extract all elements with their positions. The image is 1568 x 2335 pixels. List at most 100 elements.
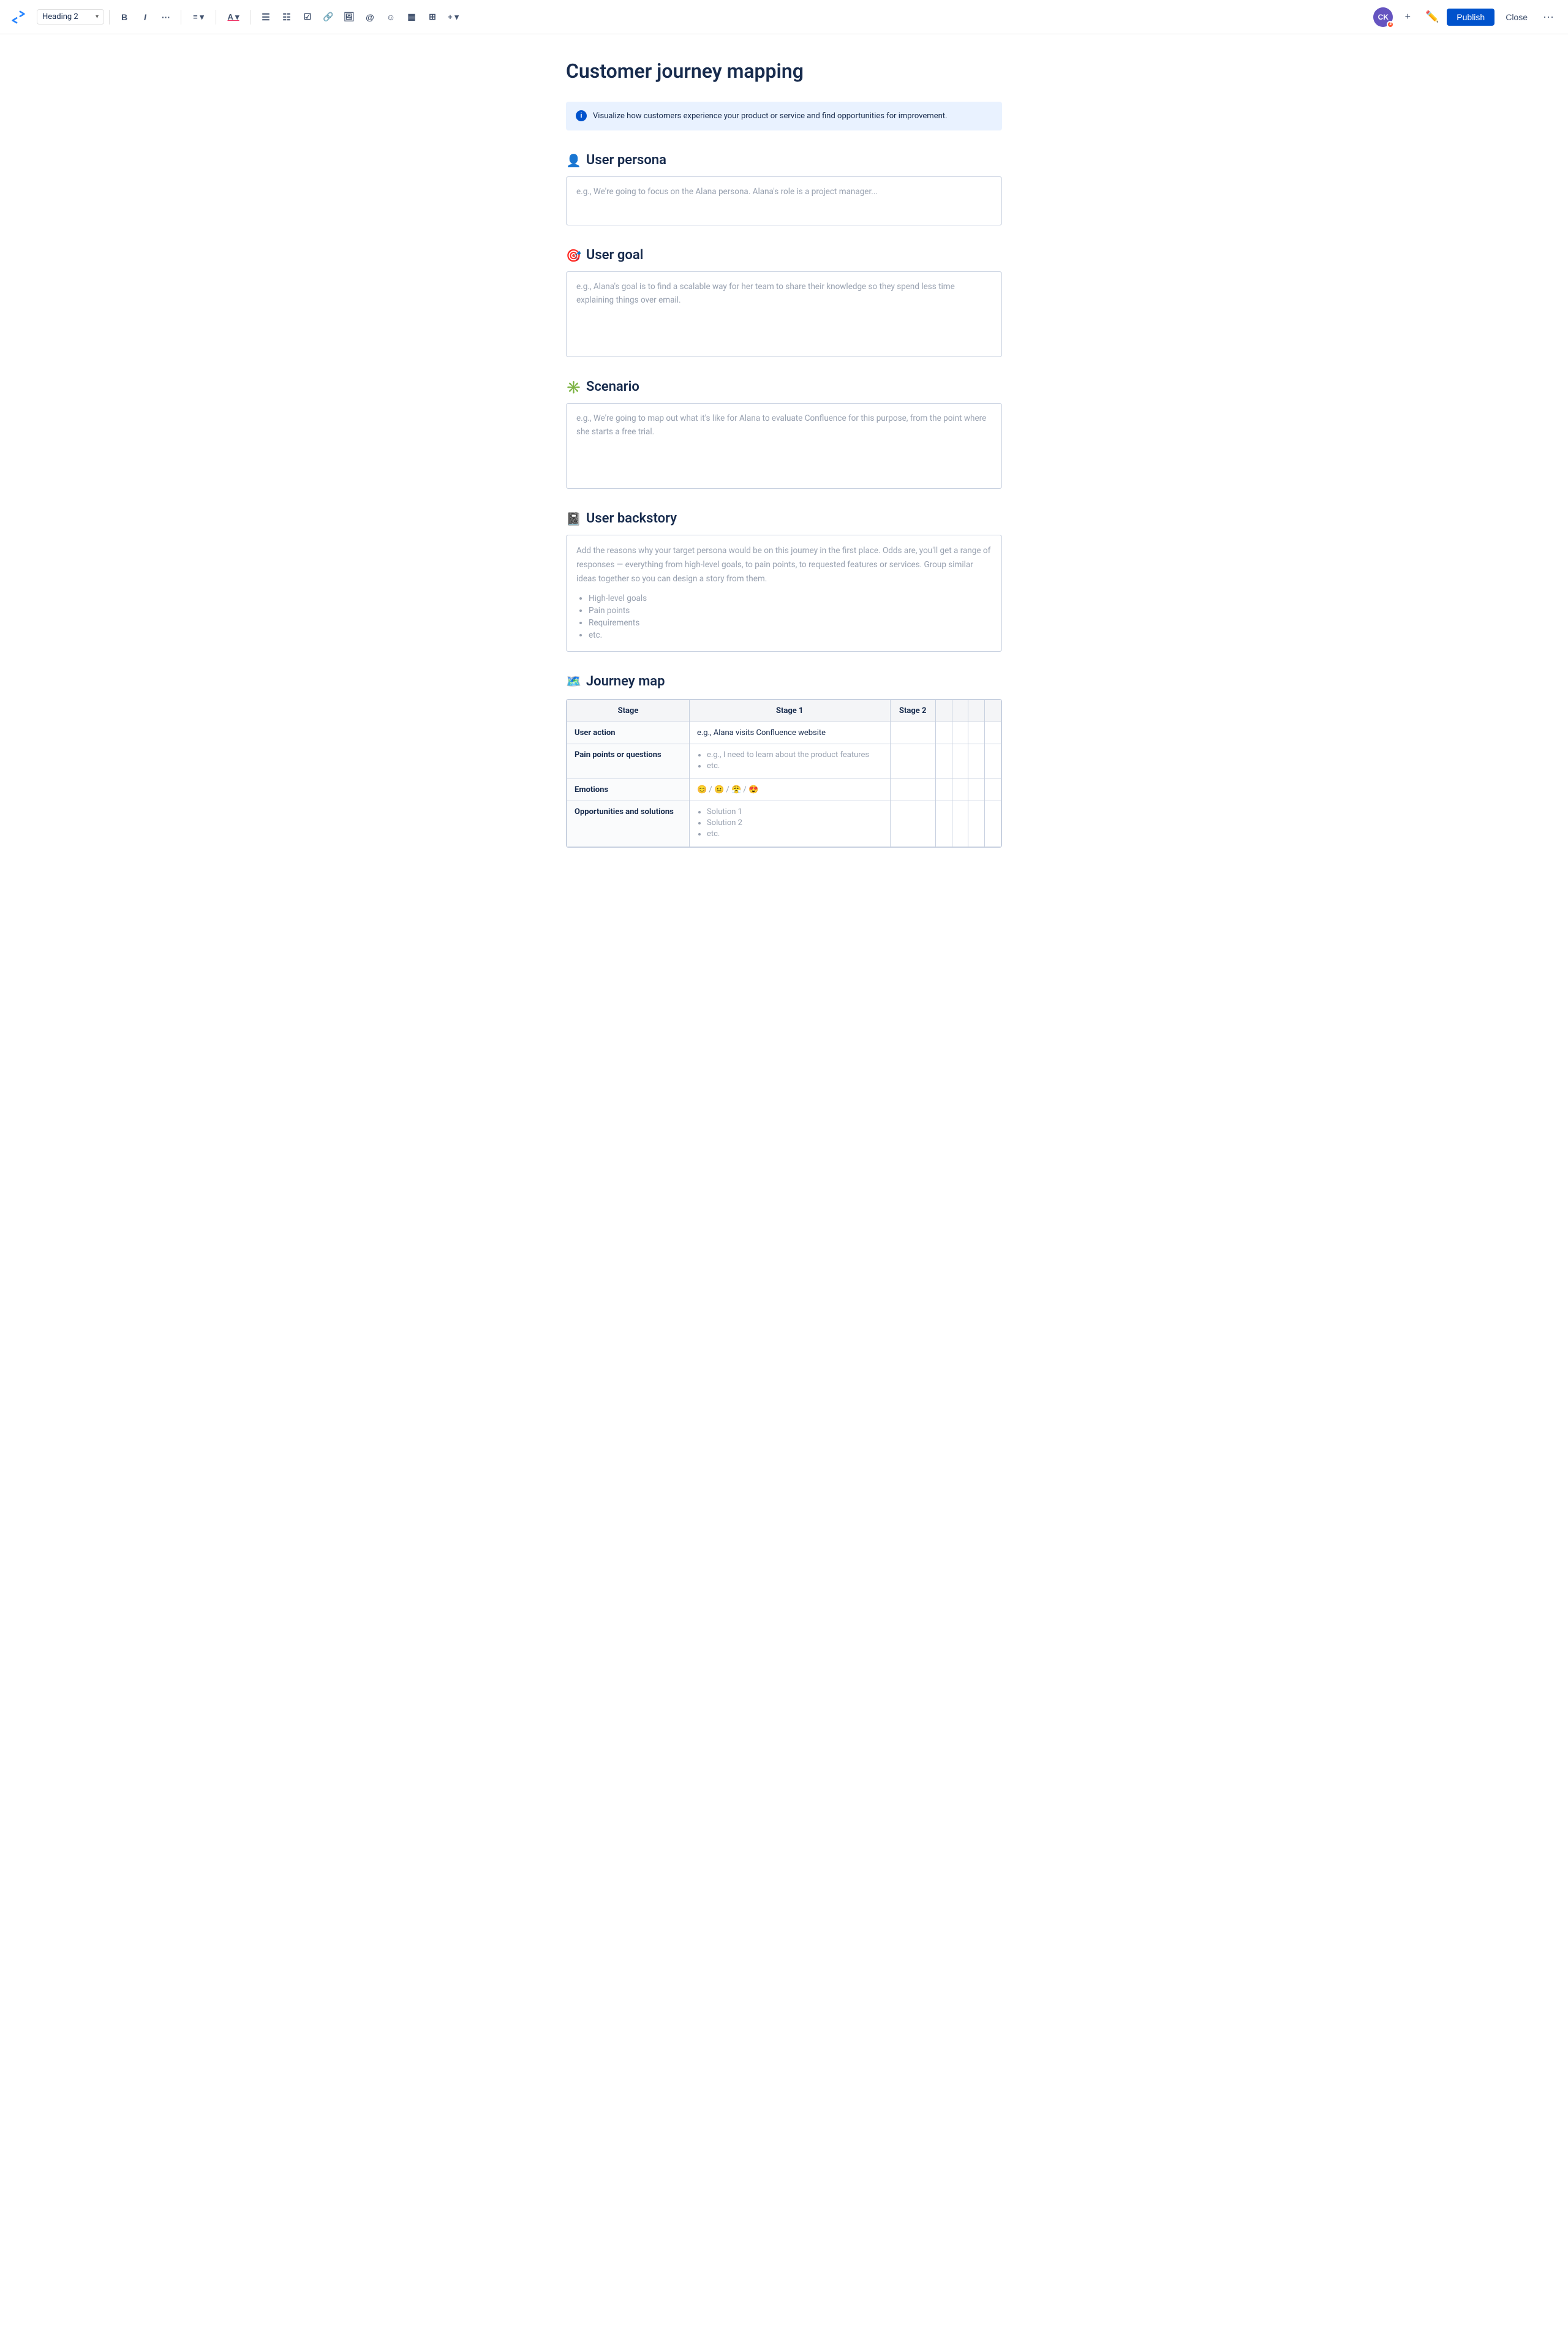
table-row: Opportunities and solutions Solution 1 S… bbox=[567, 801, 1001, 847]
info-text: Visualize how customers experience your … bbox=[593, 110, 947, 123]
opportunities-stage6[interactable] bbox=[985, 801, 1001, 847]
italic-button[interactable]: I bbox=[135, 7, 155, 27]
emotions-stage2[interactable] bbox=[890, 779, 935, 801]
user-goal-heading: 🎯 User goal bbox=[566, 247, 1002, 263]
opportunities-stage5[interactable] bbox=[968, 801, 985, 847]
bold-button[interactable]: B bbox=[115, 7, 134, 27]
list-item: etc. bbox=[589, 630, 992, 640]
emotions-stage4[interactable] bbox=[952, 779, 968, 801]
row-header-pain-points: Pain points or questions bbox=[567, 744, 690, 779]
opportunities-stage4[interactable] bbox=[952, 801, 968, 847]
scenario-placeholder: e.g., We're going to map out what it's l… bbox=[576, 412, 992, 439]
opportunities-stage2[interactable] bbox=[890, 801, 935, 847]
user-action-stage1[interactable]: e.g., Alana visits Confluence website bbox=[689, 722, 890, 744]
avatar-badge: 2 bbox=[1387, 21, 1394, 28]
scenario-textbox[interactable]: e.g., We're going to map out what it's l… bbox=[566, 403, 1002, 489]
list-item: Pain points bbox=[589, 606, 992, 616]
pain-points-stage6[interactable] bbox=[985, 744, 1001, 779]
emotions-stage5[interactable] bbox=[968, 779, 985, 801]
emotions-stage3[interactable] bbox=[935, 779, 952, 801]
journey-map-icon: 🗺️ bbox=[566, 674, 581, 688]
table-col-stage5 bbox=[968, 700, 985, 722]
more-format-button[interactable]: ··· bbox=[156, 7, 176, 27]
user-persona-textbox[interactable]: e.g., We're going to focus on the Alana … bbox=[566, 176, 1002, 225]
emotions-stage1[interactable]: 😊 / 😐 / 😤 / 😍 bbox=[689, 779, 890, 801]
pain-points-stage3[interactable] bbox=[935, 744, 952, 779]
image-button[interactable]: 🖼 bbox=[339, 7, 359, 27]
user-backstory-bullets: High-level goals Pain points Requirement… bbox=[576, 594, 992, 640]
opportunities-stage3[interactable] bbox=[935, 801, 952, 847]
user-goal-placeholder: e.g., Alana's goal is to find a scalable… bbox=[576, 281, 992, 307]
opportunities-bullets: Solution 1 Solution 2 etc. bbox=[697, 807, 883, 839]
table-row: Emotions 😊 / 😐 / 😤 / 😍 bbox=[567, 779, 1001, 801]
add-collaborator-button[interactable]: + bbox=[1398, 7, 1417, 27]
user-action-stage4[interactable] bbox=[952, 722, 968, 744]
pain-points-stage4[interactable] bbox=[952, 744, 968, 779]
table-col-stage3 bbox=[935, 700, 952, 722]
pain-points-stage5[interactable] bbox=[968, 744, 985, 779]
list-item: etc. bbox=[707, 761, 883, 771]
table-col-stage4 bbox=[952, 700, 968, 722]
table-row: Pain points or questions e.g., I need to… bbox=[567, 744, 1001, 779]
row-header-emotions: Emotions bbox=[567, 779, 690, 801]
user-backstory-textbox[interactable]: Add the reasons why your target persona … bbox=[566, 535, 1002, 652]
list-item: Solution 2 bbox=[707, 818, 883, 828]
emoji-button[interactable]: ☺ bbox=[381, 7, 401, 27]
task-button[interactable]: ☑ bbox=[298, 7, 317, 27]
text-color-button[interactable]: A ▾ bbox=[221, 7, 246, 27]
table-col-stage1: Stage 1 bbox=[689, 700, 890, 722]
mention-button[interactable]: @ bbox=[360, 7, 380, 27]
user-goal-icon: 🎯 bbox=[566, 248, 581, 263]
journey-table-wrapper: Stage Stage 1 Stage 2 User action e.g., … bbox=[566, 699, 1002, 848]
user-backstory-title: User backstory bbox=[586, 511, 677, 526]
user-goal-textbox[interactable]: e.g., Alana's goal is to find a scalable… bbox=[566, 271, 1002, 357]
layout-button[interactable]: ⊞ bbox=[423, 7, 442, 27]
avatar-initials: CK bbox=[1378, 13, 1389, 21]
toolbar: Heading 2 ▾ B I ··· ≡ ▾ A ▾ ☰ ☷ ☑ 🔗 🖼 @ … bbox=[0, 0, 1568, 34]
user-persona-icon: 👤 bbox=[566, 153, 581, 168]
toolbar-divider-1 bbox=[109, 10, 110, 25]
scenario-title: Scenario bbox=[586, 379, 639, 394]
table-header-row: Stage Stage 1 Stage 2 bbox=[567, 700, 1001, 722]
confluence-logo[interactable] bbox=[10, 9, 27, 26]
user-persona-title: User persona bbox=[586, 153, 666, 168]
number-list-button[interactable]: ☷ bbox=[277, 7, 296, 27]
opportunities-stage1[interactable]: Solution 1 Solution 2 etc. bbox=[689, 801, 890, 847]
journey-map-heading: 🗺️ Journey map bbox=[566, 674, 1002, 689]
insert-group: ☰ ☷ ☑ 🔗 🖼 @ ☺ ▦ ⊞ + ▾ bbox=[256, 7, 463, 27]
user-backstory-heading: 📓 User backstory bbox=[566, 511, 1002, 526]
publish-button[interactable]: Publish bbox=[1447, 9, 1494, 26]
table-row: User action e.g., Alana visits Confluenc… bbox=[567, 722, 1001, 744]
user-goal-title: User goal bbox=[586, 247, 643, 263]
align-button[interactable]: ≡ ▾ bbox=[186, 7, 211, 27]
user-action-stage2[interactable] bbox=[890, 722, 935, 744]
draft-button[interactable]: ✏️ bbox=[1422, 7, 1442, 27]
heading-selector[interactable]: Heading 2 ▾ bbox=[37, 9, 104, 25]
list-item: e.g., I need to learn about the product … bbox=[707, 750, 883, 760]
user-action-stage5[interactable] bbox=[968, 722, 985, 744]
pain-points-stage1[interactable]: e.g., I need to learn about the product … bbox=[689, 744, 890, 779]
list-item: High-level goals bbox=[589, 594, 992, 603]
table-col-stage: Stage bbox=[567, 700, 690, 722]
close-button[interactable]: Close bbox=[1499, 9, 1534, 26]
page-title[interactable]: Customer journey mapping bbox=[566, 59, 1002, 85]
user-action-stage3[interactable] bbox=[935, 722, 952, 744]
avatar-button[interactable]: CK 2 bbox=[1373, 7, 1393, 27]
table-col-stage6 bbox=[985, 700, 1001, 722]
journey-map-title: Journey map bbox=[586, 674, 665, 689]
user-action-stage6[interactable] bbox=[985, 722, 1001, 744]
row-header-user-action: User action bbox=[567, 722, 690, 744]
text-format-group: B I ··· bbox=[115, 7, 176, 27]
emotions-stage6[interactable] bbox=[985, 779, 1001, 801]
list-item: Requirements bbox=[589, 618, 992, 628]
pain-points-stage2[interactable] bbox=[890, 744, 935, 779]
table-button[interactable]: ▦ bbox=[402, 7, 421, 27]
scenario-heading: ✳️ Scenario bbox=[566, 379, 1002, 394]
toolbar-right: CK 2 + ✏️ Publish Close ··· bbox=[1373, 7, 1558, 27]
insert-more-button[interactable]: + ▾ bbox=[443, 7, 463, 27]
list-item: Solution 1 bbox=[707, 807, 883, 817]
scenario-icon: ✳️ bbox=[566, 380, 581, 394]
bullet-list-button[interactable]: ☰ bbox=[256, 7, 276, 27]
more-menu-button[interactable]: ··· bbox=[1539, 7, 1558, 27]
link-button[interactable]: 🔗 bbox=[318, 7, 338, 27]
